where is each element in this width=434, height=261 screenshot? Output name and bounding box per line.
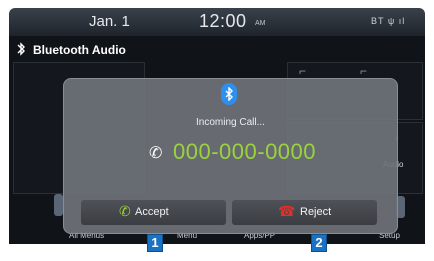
scroll-left-icon: [54, 194, 63, 216]
incoming-call-label: Incoming Call...: [196, 117, 265, 128]
clock-time: 12:00: [199, 11, 247, 31]
clock-ampm: AM: [255, 20, 266, 27]
reject-button[interactable]: ☎ Reject: [232, 200, 377, 225]
caller-number: 000-000-0000: [173, 139, 317, 164]
page-title: Bluetooth Audio: [33, 43, 126, 57]
accept-phone-icon: ✆: [119, 203, 131, 219]
bracket-icon: ⌐: [360, 64, 368, 78]
bracket-icon: ⌐: [299, 64, 307, 78]
bluetooth-icon: [221, 83, 237, 105]
accept-label: Accept: [135, 206, 169, 218]
accept-button[interactable]: ✆ Accept: [81, 200, 226, 225]
reject-phone-icon: ☎: [278, 203, 296, 219]
status-icons: BT ψ ıl: [371, 16, 406, 26]
bluetooth-phone-icon: [15, 42, 29, 56]
callout-marker: 2: [311, 234, 327, 252]
infotainment-screen: Jan. 1 12:00 AM BT ψ ıl Bluetooth Audio …: [0, 0, 434, 261]
date-text: Jan. 1: [89, 13, 130, 30]
status-bar: Jan. 1 12:00 AM BT ψ ıl: [9, 8, 425, 36]
incoming-phone-icon: ✆: [149, 145, 163, 162]
incoming-call-popup: Incoming Call... ✆ 000-000-0000 ✆ Accept…: [63, 78, 398, 234]
reject-label: Reject: [300, 206, 332, 218]
callout-marker: 1: [147, 234, 163, 252]
